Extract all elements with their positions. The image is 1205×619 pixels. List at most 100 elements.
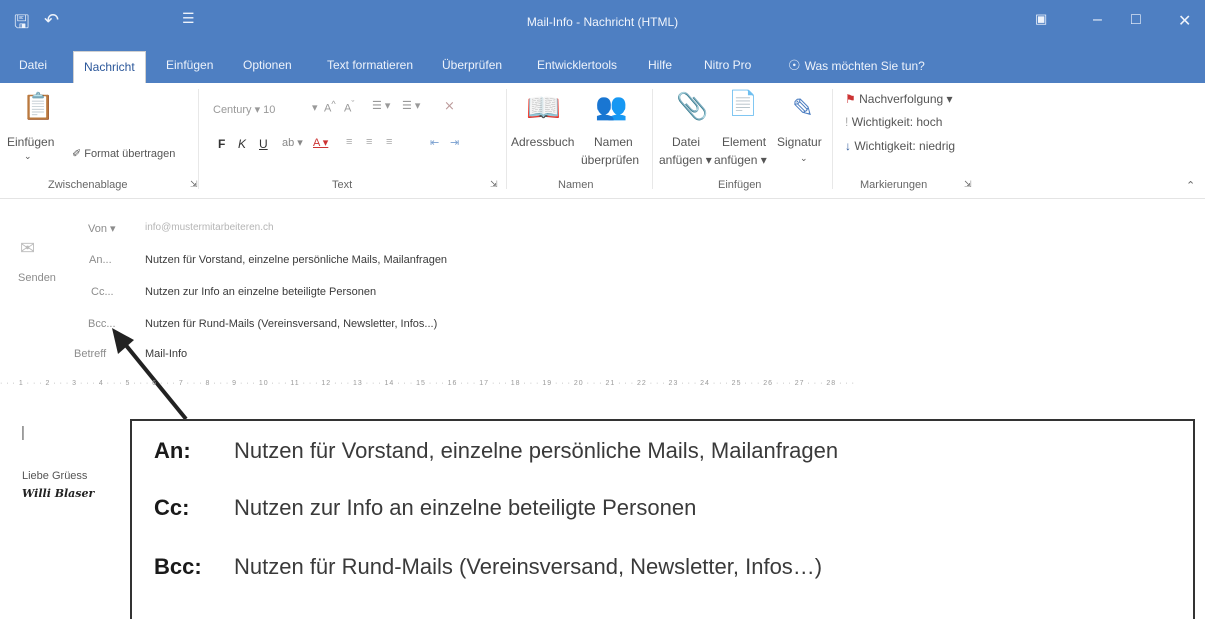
tab-datei[interactable]: Datei: [19, 47, 47, 83]
annotation-row-an: An: Nutzen für Vorstand, einzelne persönl…: [154, 438, 838, 464]
font-name-select[interactable]: Century ▾ 10: [213, 103, 275, 116]
cc-button[interactable]: Cc...: [91, 286, 114, 298]
annotation-arrow: [112, 328, 188, 421]
send-button[interactable]: Senden: [18, 272, 56, 284]
group-tags-label: Markierungen: [860, 179, 928, 191]
group-separator: [198, 89, 199, 189]
check-names-button-line1[interactable]: Namen: [594, 135, 633, 149]
tab-entwicklertools[interactable]: Entwicklertools: [537, 47, 617, 83]
group-include-label: Einfügen: [718, 179, 762, 191]
minimize-icon[interactable]: –: [1093, 11, 1102, 29]
lightbulb-icon: ☉: [788, 57, 801, 73]
tell-me-search[interactable]: ☉ Was möchten Sie tun?: [788, 47, 925, 83]
from-label: Von: [88, 223, 107, 235]
from-value: info@mustermitarbeiteren.ch: [145, 222, 274, 233]
italic-button[interactable]: K: [238, 137, 246, 151]
ribbon-tabs: Datei Nachricht Einfügen Optionen Text f…: [0, 47, 1205, 83]
title-bar: 🖫 ↶ ☰ Mail-Info - Nachricht (HTML) ▣ – □…: [0, 0, 1205, 47]
paste-icon: 📋: [22, 91, 55, 121]
cc-field[interactable]: Nutzen zur Info an einzelne beteiligte P…: [145, 286, 376, 298]
text-launcher-icon[interactable]: ⇲: [490, 179, 498, 190]
signature-name: Willi Blaser: [22, 487, 95, 500]
bullets-icon[interactable]: ☰ ▾: [372, 99, 390, 112]
align-right-icon[interactable]: ≡: [386, 136, 392, 148]
clear-formatting-icon[interactable]: ⨯: [444, 98, 455, 114]
group-clipboard-label: Zwischenablage: [48, 179, 128, 191]
tab-hilfe[interactable]: Hilfe: [648, 47, 672, 83]
collapse-ribbon-icon[interactable]: ⌃: [1186, 179, 1195, 192]
low-importance-button[interactable]: ↓ Wichtigkeit: niedrig: [845, 139, 955, 153]
annotation-key-bcc: Bcc:: [154, 554, 202, 579]
maximize-icon[interactable]: □: [1131, 11, 1141, 29]
tags-launcher-icon[interactable]: ⇲: [964, 179, 972, 190]
from-button[interactable]: Von ▾: [88, 222, 116, 235]
align-left-icon[interactable]: ≡: [346, 136, 352, 148]
down-arrow-icon: ↓: [845, 139, 851, 153]
ribbon-display-options-icon[interactable]: ▣: [1035, 11, 1047, 27]
address-book-button[interactable]: Adressbuch: [511, 135, 574, 149]
attach-item-line1[interactable]: Element: [722, 135, 766, 149]
format-painter-label: Format übertragen: [84, 148, 176, 160]
annotation-text-cc: Nutzen zur Info an einzelne beteiligte P…: [234, 495, 697, 520]
shrink-font-icon[interactable]: Aˇ: [344, 99, 354, 115]
attach-file-line2[interactable]: anfügen ▾: [659, 153, 712, 167]
align-center-icon[interactable]: ≡: [366, 136, 372, 148]
to-field[interactable]: Nutzen für Vorstand, einzelne persönlich…: [145, 254, 447, 266]
brush-icon: ✐: [72, 148, 85, 160]
font-color-icon[interactable]: A ▾: [313, 136, 328, 149]
close-icon[interactable]: ✕: [1178, 11, 1191, 31]
paste-button[interactable]: Einfügen: [7, 135, 54, 149]
greeting-text: Liebe Grüess: [22, 470, 88, 482]
high-importance-button[interactable]: ! Wichtigkeit: hoch: [845, 115, 942, 129]
paste-dropdown-icon[interactable]: ⌄: [24, 151, 32, 162]
annotation-box: An: Nutzen für Vorstand, einzelne persönl…: [130, 419, 1195, 619]
to-button[interactable]: An...: [89, 254, 112, 266]
exclamation-icon: !: [845, 115, 849, 129]
annotation-key-cc: Cc:: [154, 495, 190, 520]
attach-file-line1[interactable]: Datei: [672, 135, 700, 149]
tab-text-formatieren[interactable]: Text formatieren: [327, 47, 413, 83]
send-icon: ✉: [20, 238, 36, 258]
high-importance-label: Wichtigkeit: hoch: [851, 115, 943, 129]
group-text-label: Text: [332, 179, 353, 191]
follow-up-label: Nachverfolgung: [859, 92, 944, 106]
font-size-select[interactable]: ▾: [312, 101, 318, 114]
signature-button[interactable]: Signatur: [777, 135, 822, 149]
group-separator: [832, 89, 833, 189]
follow-up-button[interactable]: ⚑ Nachverfolgung ▾: [845, 92, 953, 106]
font-size-value: 10: [263, 104, 276, 116]
annotation-row-cc: Cc: Nutzen zur Info an einzelne beteiligt…: [154, 495, 696, 521]
window-title: Mail-Info - Nachricht (HTML): [526, 15, 679, 29]
decrease-indent-icon[interactable]: ⇤: [430, 136, 439, 149]
check-names-icon: 👥: [595, 91, 628, 121]
highlight-icon[interactable]: ab ▾: [282, 136, 303, 149]
attach-file-label: anfügen: [659, 153, 703, 167]
ruler: · · · 1 · · · 2 · · · 3 · · · 4 · · · 5 …: [0, 380, 855, 387]
text-cursor: |: [21, 424, 25, 441]
tell-me-label: Was möchten Sie tun?: [804, 59, 925, 73]
clipboard-launcher-icon[interactable]: ⇲: [190, 179, 198, 190]
attach-item-label: anfügen: [714, 153, 758, 167]
flag-icon: ⚑: [845, 92, 856, 106]
ribbon: 📋 Einfügen ⌄ ✐ Format übertragen Zwische…: [0, 83, 1205, 199]
paperclip-icon: 📎: [676, 91, 709, 121]
increase-indent-icon[interactable]: ⇥: [450, 136, 459, 149]
grow-font-icon[interactable]: A^: [324, 99, 336, 115]
attach-item-line2[interactable]: anfügen ▾: [714, 153, 767, 167]
tab-ueberpruefen[interactable]: Überprüfen: [442, 47, 502, 83]
tab-nitro-pro[interactable]: Nitro Pro: [704, 47, 751, 83]
attach-item-icon: 📄: [728, 90, 758, 117]
annotation-key-an: An:: [154, 438, 191, 463]
bold-button[interactable]: F: [218, 137, 225, 151]
group-separator: [506, 89, 507, 189]
tab-einfuegen[interactable]: Einfügen: [166, 47, 213, 83]
annotation-text-bcc: Nutzen für Rund-Mails (Vereinsversand, N…: [234, 554, 823, 579]
format-painter-button[interactable]: ✐ Format übertragen: [72, 147, 175, 160]
tab-optionen[interactable]: Optionen: [243, 47, 292, 83]
numbering-icon[interactable]: ☰ ▾: [402, 99, 420, 112]
check-names-button-line2[interactable]: überprüfen: [581, 153, 639, 167]
tab-nachricht[interactable]: Nachricht: [73, 51, 146, 83]
underline-button[interactable]: U: [259, 137, 268, 151]
signature-dropdown-icon[interactable]: ⌄: [800, 153, 808, 164]
annotation-row-bcc: Bcc: Nutzen für Rund-Mails (Vereinsversan…: [154, 554, 822, 580]
